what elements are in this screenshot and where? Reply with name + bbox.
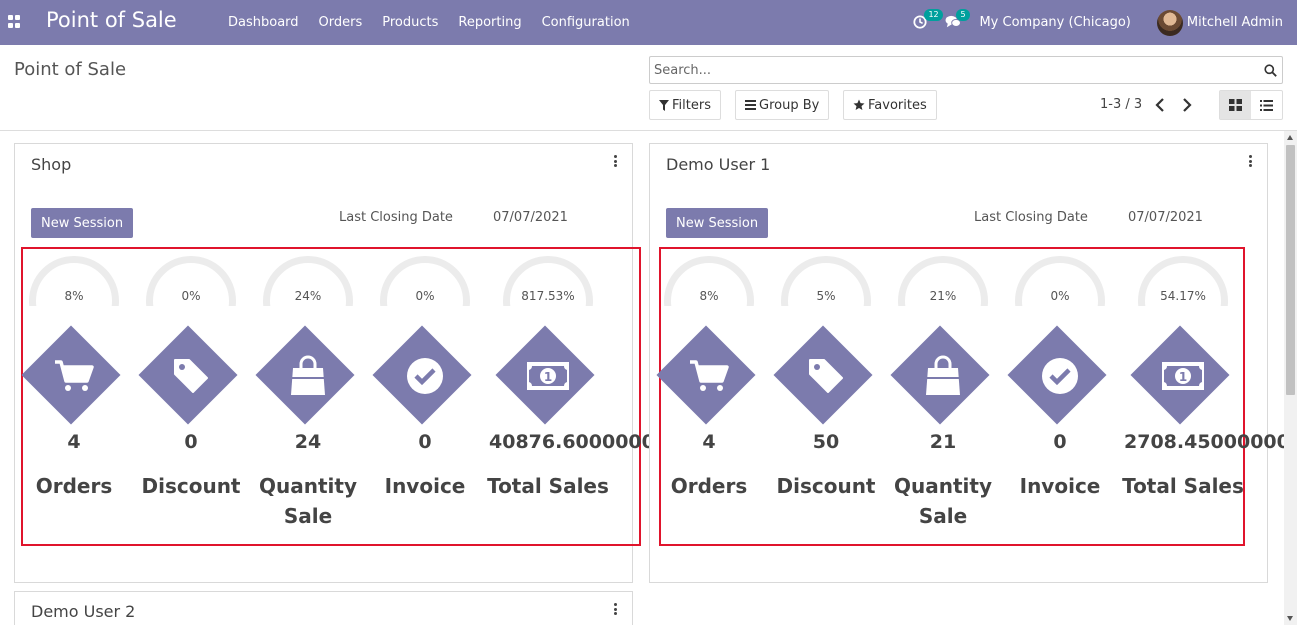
user-menu[interactable]: Mitchell Admin [1187, 15, 1283, 30]
list-bars-icon [745, 100, 756, 110]
apps-menu-icon[interactable] [8, 15, 21, 28]
pos-card-title[interactable]: Demo User 2 [31, 602, 135, 621]
card-dropdown-icon[interactable] [612, 602, 618, 616]
gauge-percent: 0% [415, 289, 435, 303]
favorites-button[interactable]: Favorites [843, 90, 937, 120]
new-session-button[interactable]: New Session [31, 208, 134, 238]
stat-label: Discount [776, 474, 876, 498]
check-circle-icon [400, 356, 450, 396]
money-icon: 1 [523, 356, 573, 396]
kanban-view-icon[interactable] [1220, 91, 1251, 119]
user-avatar[interactable] [1156, 9, 1183, 36]
search-input[interactable] [650, 58, 1258, 82]
gauge-percent: 21% [929, 289, 957, 303]
pos-card[interactable]: Demo User 1 New Session Last Closing Dat… [649, 143, 1284, 583]
group-by-button[interactable]: Group By [735, 90, 830, 120]
svg-text:1: 1 [544, 370, 552, 384]
star-icon [853, 99, 865, 110]
pager-previous-icon[interactable] [1154, 97, 1168, 113]
search-bar [649, 56, 1283, 84]
scroll-down-arrow[interactable] [1287, 616, 1293, 621]
tag-icon [166, 356, 216, 396]
menu-reporting[interactable]: Reporting [448, 15, 531, 30]
pager-next-icon[interactable] [1181, 97, 1195, 113]
stat-label: Quantity Sale [894, 474, 992, 528]
check-circle-icon [1035, 356, 1085, 396]
gauge-percent: 817.53% [521, 289, 575, 303]
vertical-scrollbar[interactable] [1284, 131, 1297, 625]
gauge-percent: 0% [1050, 289, 1070, 303]
activities-button[interactable]: 12 [913, 8, 943, 31]
gauge-percent: 54.17% [1160, 289, 1206, 303]
stat-label: Orders [670, 474, 748, 498]
control-panel: Point of Sale Filters Group By Favorites… [0, 45, 1297, 131]
pos-card[interactable]: Demo User 2 [14, 591, 633, 625]
pos-card[interactable]: Shop New Session Last Closing Date 07/07… [14, 143, 695, 583]
kanban-view: Shop New Session Last Closing Date 07/07… [0, 131, 1284, 625]
pos-card-title[interactable]: Demo User 1 [666, 155, 770, 174]
money-icon: 1 [1158, 356, 1208, 396]
cart-icon [49, 356, 99, 396]
pager-value[interactable]: 1-3 / 3 [1100, 97, 1142, 112]
stat-label: Total Sales [487, 474, 609, 498]
search-icon[interactable] [1258, 58, 1282, 82]
tag-icon [801, 356, 851, 396]
messages-badge: 5 [956, 8, 970, 21]
menu-configuration[interactable]: Configuration [532, 15, 640, 30]
app-title[interactable]: Point of Sale [46, 8, 177, 32]
top-navbar: Point of Sale Dashboard Orders Products … [0, 0, 1297, 45]
stat-label: Quantity Sale [259, 474, 357, 528]
pos-card-title[interactable]: Shop [31, 155, 71, 174]
last-closing-label: Last Closing Date [339, 210, 453, 225]
messages-button[interactable]: 5 [945, 8, 970, 31]
gauge-percent: 24% [294, 289, 322, 303]
gauge-percent: 5% [816, 289, 836, 303]
filter-icon [659, 99, 669, 111]
shopping-bag-icon [918, 355, 968, 396]
filters-button[interactable]: Filters [649, 90, 721, 120]
last-closing-date: 07/07/2021 [1128, 210, 1203, 225]
stat-label: Total Sales [1122, 474, 1244, 498]
scroll-up-arrow[interactable] [1287, 135, 1293, 140]
card-dropdown-icon[interactable] [612, 154, 618, 168]
activities-badge: 12 [924, 8, 943, 21]
favorites-label: Favorites [868, 97, 927, 113]
last-closing-label: Last Closing Date [974, 210, 1088, 225]
last-closing-date: 07/07/2021 [493, 210, 568, 225]
breadcrumb-title: Point of Sale [14, 59, 127, 80]
view-switcher [1219, 90, 1283, 120]
stat-label: Invoice [1019, 474, 1101, 498]
gauge-percent: 8% [699, 289, 719, 303]
menu-orders[interactable]: Orders [309, 15, 373, 30]
shopping-bag-icon [283, 355, 333, 396]
stat-value: 0 [418, 431, 432, 453]
card-dropdown-icon[interactable] [1247, 154, 1253, 168]
gauge-percent: 0% [181, 289, 201, 303]
svg-text:1: 1 [1179, 370, 1187, 384]
cart-icon [684, 356, 734, 396]
menu-dashboard[interactable]: Dashboard [218, 15, 309, 30]
new-session-button[interactable]: New Session [666, 208, 769, 238]
group-by-label: Group By [759, 97, 820, 113]
stat-value: 2708.4500000000 [1124, 431, 1284, 453]
gauge-percent: 8% [64, 289, 84, 303]
stat-label: Invoice [384, 474, 466, 498]
main-menu: Dashboard Orders Products Reporting Conf… [218, 0, 640, 45]
company-switcher[interactable]: My Company (Chicago) [979, 15, 1130, 30]
stat-label: Discount [141, 474, 241, 498]
stat-value: 0 [1053, 431, 1067, 453]
filters-label: Filters [672, 97, 711, 113]
scroll-thumb[interactable] [1286, 145, 1295, 395]
stat-label: Orders [35, 474, 113, 498]
menu-products[interactable]: Products [372, 15, 448, 30]
systray: 12 5 My Company (Chicago) Mitchell Admin [913, 0, 1283, 45]
list-view-icon[interactable] [1251, 91, 1282, 119]
